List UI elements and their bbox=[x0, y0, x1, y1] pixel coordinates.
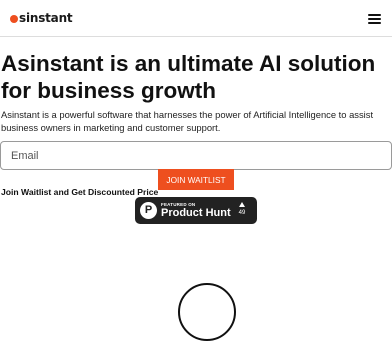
logo-text: sinstant bbox=[19, 11, 73, 25]
hero-headline: Asinstant is an ultimate AI solution for… bbox=[1, 51, 376, 103]
product-hunt-name: Product Hunt bbox=[161, 207, 231, 219]
site-logo[interactable]: sinstant bbox=[10, 10, 73, 26]
hamburger-menu-icon[interactable] bbox=[368, 14, 381, 24]
product-hunt-logo-icon: P bbox=[140, 202, 157, 219]
product-hunt-badge[interactable]: P FEATURED ON Product Hunt 49 bbox=[135, 197, 257, 224]
upvote-count: 49 bbox=[238, 210, 246, 216]
product-hunt-logo-letter: P bbox=[144, 204, 153, 216]
hero-description: Asinstant is a powerful software that ha… bbox=[1, 109, 374, 133]
logo-circle-icon bbox=[10, 15, 18, 23]
upvote-triangle-icon bbox=[239, 202, 245, 207]
site-header: sinstant bbox=[0, 0, 392, 36]
join-waitlist-button[interactable]: JOIN WAITLIST bbox=[158, 169, 234, 190]
waitlist-caption: Join Waitlist and Get Discounted Price bbox=[1, 187, 159, 197]
header-divider bbox=[0, 36, 392, 37]
partial-circle-graphic bbox=[178, 283, 236, 341]
email-input[interactable] bbox=[0, 141, 392, 170]
